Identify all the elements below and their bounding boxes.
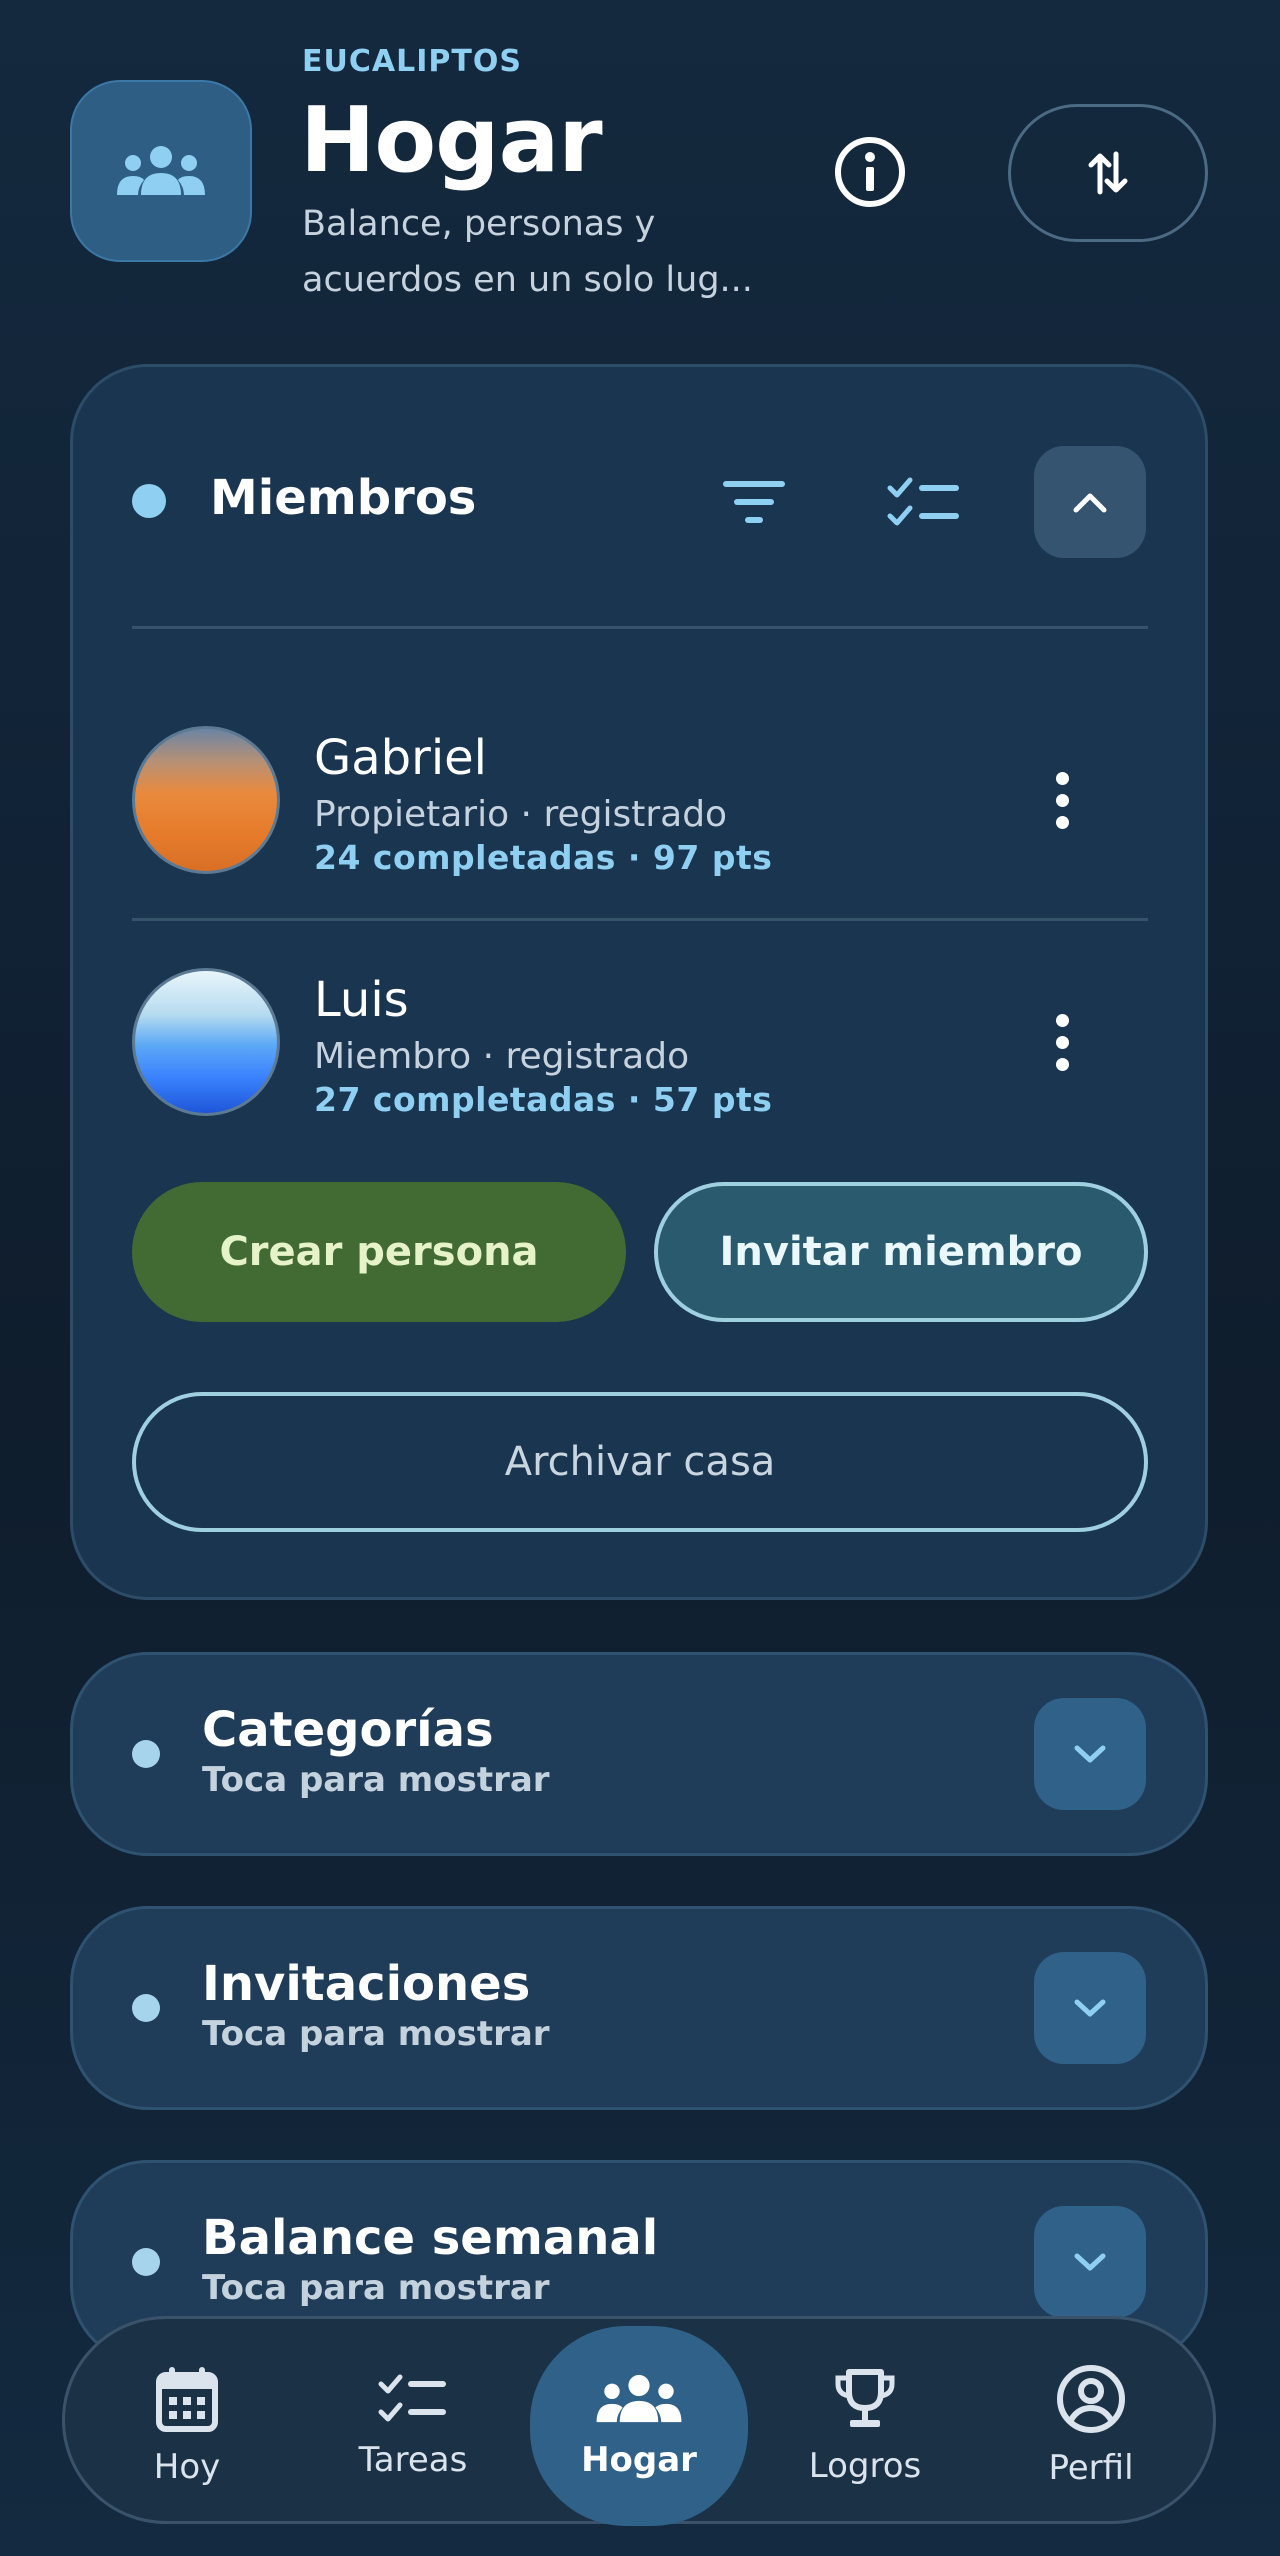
filter-button[interactable] [712,460,796,544]
section-indicator-dot [132,484,166,518]
nav-item-tareas[interactable]: Tareas [308,2326,518,2526]
nav-label: Logros [808,2446,922,2486]
member-stats: 27 completadas · 57 pts [314,1080,773,1119]
sort-button[interactable] [1008,104,1208,242]
home-group-icon-tile [70,80,252,262]
nav-item-perfil[interactable]: Perfil [986,2326,1196,2526]
section-indicator-dot [132,1740,160,1768]
divider [132,918,1148,921]
section-title: Balance semanal [202,2210,659,2266]
page-subtitle: Balance, personas y acuerdos en un solo … [302,204,753,300]
group-icon [117,146,205,195]
collapse-members-button[interactable] [1034,446,1146,558]
section-indicator-dot [132,2248,160,2276]
expand-weekly-balance-button[interactable] [1034,2206,1146,2318]
member-name: Luis [314,972,409,1028]
member-stats: 24 completadas · 97 pts [314,838,773,877]
divider [132,626,1148,629]
checklist-icon [887,477,959,526]
member-role: Miembro · registrado [314,1036,690,1077]
archive-house-button[interactable]: Archivar casa [132,1392,1148,1532]
more-vert-icon [1055,771,1069,785]
more-vert-icon [1055,1013,1069,1027]
members-section-title: Miembros [210,470,477,526]
info-button[interactable] [832,134,908,210]
section-subtitle: Toca para mostrar [202,2014,550,2054]
member-name: Gabriel [314,730,488,786]
section-indicator-dot [132,1994,160,2022]
group-icon [596,2374,682,2423]
section-subtitle: Toca para mostrar [202,1760,550,1800]
nav-label: Hoy [153,2447,221,2487]
invite-member-button[interactable]: Invitar miembro [654,1182,1148,1322]
avatar [132,726,280,874]
info-icon [835,137,905,207]
calendar-icon [156,2367,218,2432]
expand-categories-button[interactable] [1034,1698,1146,1810]
chevron-up-icon [1073,493,1107,513]
checklist-icon [378,2374,446,2422]
member-role: Propietario · registrado [314,794,728,835]
page-title: Hogar [300,88,603,193]
nav-label: Hogar [581,2440,697,2480]
chevron-down-icon [1074,1999,1106,2017]
filter-icon [723,481,785,523]
nav-item-hogar[interactable]: Hogar [530,2326,748,2526]
nav-label: Perfil [1048,2448,1134,2488]
swap-vertical-icon [1088,151,1128,195]
nav-item-hoy[interactable]: Hoy [82,2326,292,2526]
chevron-down-icon [1074,2253,1106,2271]
chevron-down-icon [1074,1745,1106,1763]
nav-item-logros[interactable]: Logros [760,2326,970,2526]
create-person-button[interactable]: Crear persona [132,1182,626,1322]
member-more-button[interactable] [1032,1000,1092,1084]
select-members-button[interactable] [876,460,972,544]
section-subtitle: Toca para mostrar [202,2268,550,2308]
expand-invitations-button[interactable] [1034,1952,1146,2064]
section-title: Invitaciones [202,1956,531,2012]
member-more-button[interactable] [1032,758,1092,842]
nav-label: Tareas [358,2440,468,2480]
avatar [132,968,280,1116]
account-circle-icon [1057,2365,1125,2433]
trophy-icon [835,2369,895,2427]
household-name: EUCALIPTOS [302,44,522,79]
section-title: Categorías [202,1702,494,1758]
